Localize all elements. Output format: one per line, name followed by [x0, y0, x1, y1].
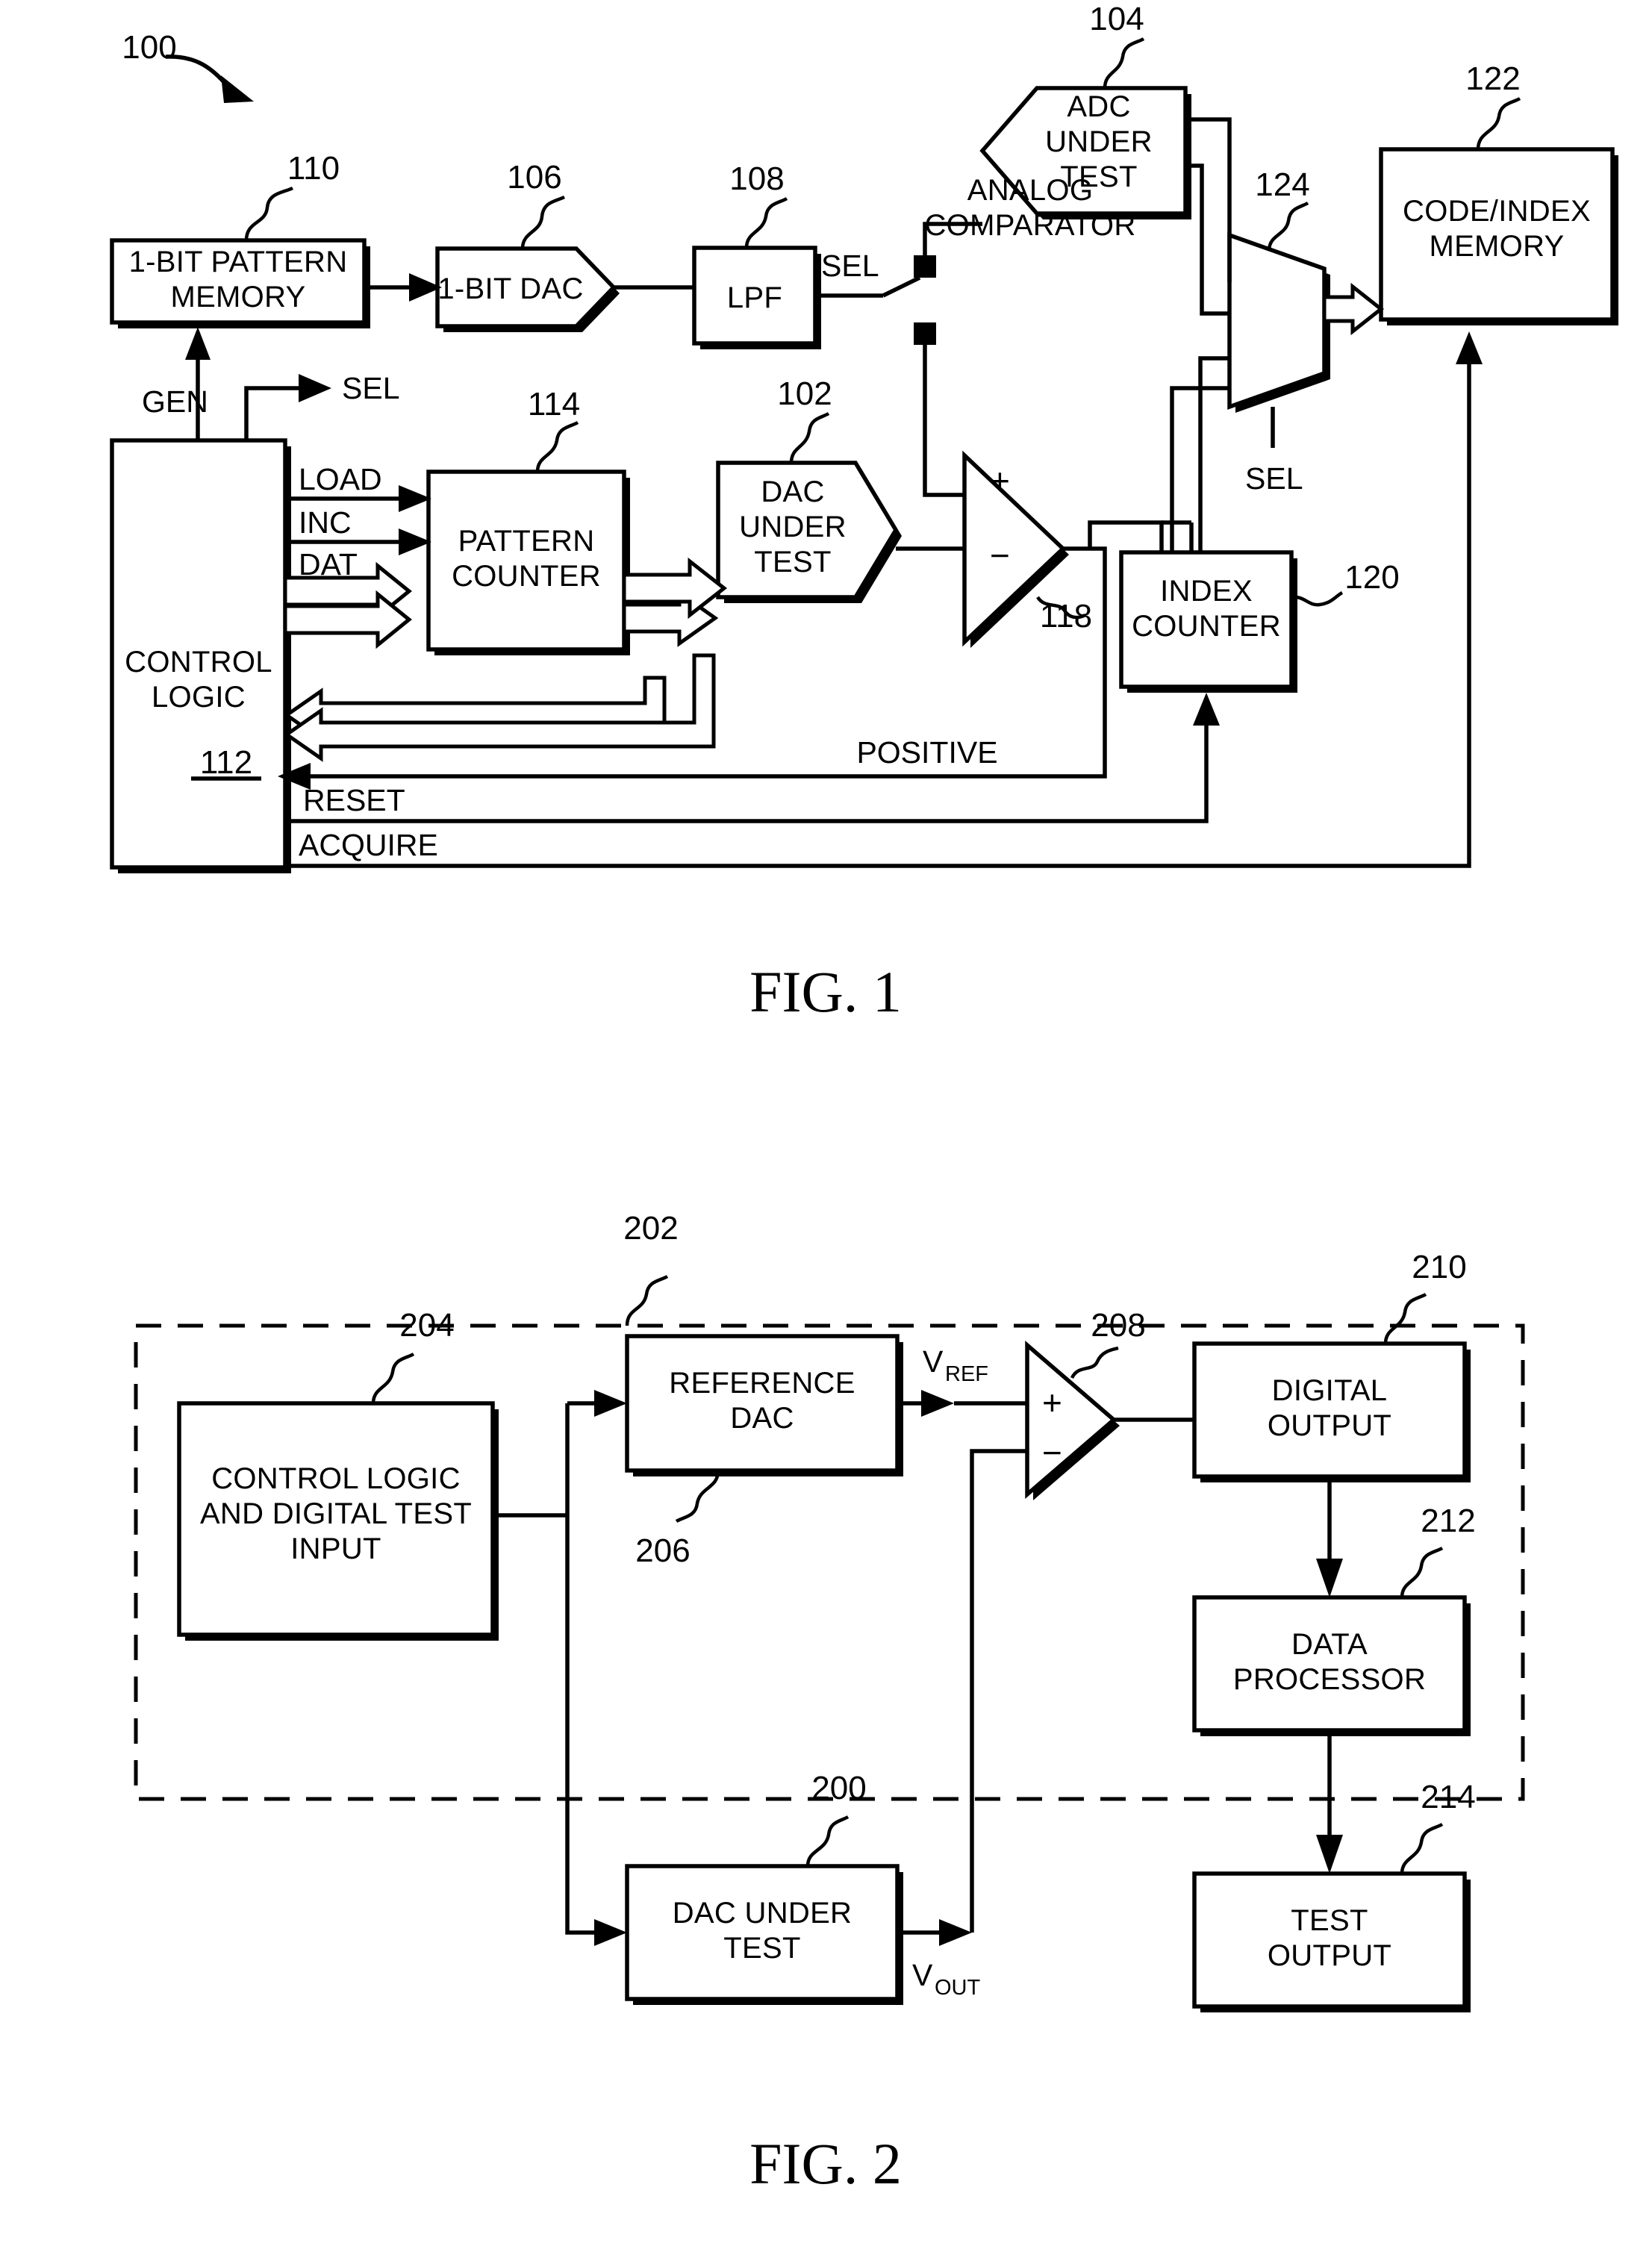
f2-control-logic-line-3: INPUT — [290, 1532, 381, 1565]
arrow-do-to-dp — [1316, 1559, 1343, 1597]
reference-dac-line-2: DAC — [730, 1402, 794, 1435]
patent-drawing-sheet: 100 110 106 108 104 124 122 114 102 118 … — [0, 0, 1652, 2258]
leader-210 — [1383, 1293, 1427, 1344]
leader-202 — [625, 1275, 669, 1326]
arrow-cl-to-refdac — [594, 1390, 627, 1417]
ref-212: 212 — [1421, 1503, 1475, 1539]
ref-200: 200 — [811, 1770, 866, 1806]
arrow-vout — [939, 1919, 972, 1946]
ref-214: 214 — [1421, 1779, 1475, 1815]
data-processor-line-2: PROCESSOR — [1233, 1663, 1426, 1696]
signal-vref: V — [923, 1344, 944, 1379]
ref-210: 210 — [1412, 1249, 1466, 1285]
signal-vref-subscript: REF — [945, 1362, 988, 1386]
leader-212 — [1400, 1547, 1444, 1598]
f2-dac-under-test-line-2: TEST — [723, 1932, 800, 1965]
digital-output-line-2: OUTPUT — [1268, 1409, 1391, 1442]
test-output-line-2: OUTPUT — [1268, 1939, 1391, 1972]
f2-control-logic-line-2: AND DIGITAL TEST — [200, 1497, 472, 1530]
ref-208: 208 — [1091, 1307, 1145, 1344]
leader-208 — [1070, 1346, 1119, 1379]
ref-206: 206 — [635, 1532, 690, 1569]
wire-cl-to-dut — [565, 1515, 599, 1935]
f2-control-logic-line-1: CONTROL LOGIC — [211, 1462, 461, 1495]
figure-2: 202 204 206 208 210 212 214 200 CONTROL … — [134, 1210, 1525, 2196]
arrow-cl-to-dut — [594, 1919, 627, 1946]
leader-206 — [675, 1470, 720, 1523]
test-output-line-1: TEST — [1291, 1904, 1368, 1937]
ref-202: 202 — [623, 1210, 678, 1247]
leader-204 — [371, 1353, 415, 1404]
reference-dac-line-1: REFERENCE — [669, 1367, 855, 1400]
wire-vout-to-comparator-minus — [970, 1449, 1027, 1933]
leader-214 — [1400, 1823, 1444, 1874]
leader-200 — [805, 1815, 850, 1867]
digital-output-line-1: DIGITAL — [1272, 1374, 1388, 1407]
f2-comparator-plus: + — [1042, 1383, 1062, 1422]
ref-204: 204 — [399, 1307, 454, 1344]
f2-dac-under-test-line-1: DAC UNDER — [673, 1897, 853, 1930]
figure-2-caption: FIG. 2 — [749, 2131, 902, 2196]
signal-vout: V — [912, 1958, 933, 1992]
arrow-vref — [921, 1390, 954, 1417]
data-processor-line-1: DATA — [1291, 1628, 1368, 1661]
f2-comparator-minus: − — [1042, 1433, 1062, 1472]
f2-comparator-triangle — [1025, 1340, 1118, 1500]
arrow-dp-to-to — [1316, 1835, 1343, 1874]
signal-vout-subscript: OUT — [935, 1976, 981, 2000]
